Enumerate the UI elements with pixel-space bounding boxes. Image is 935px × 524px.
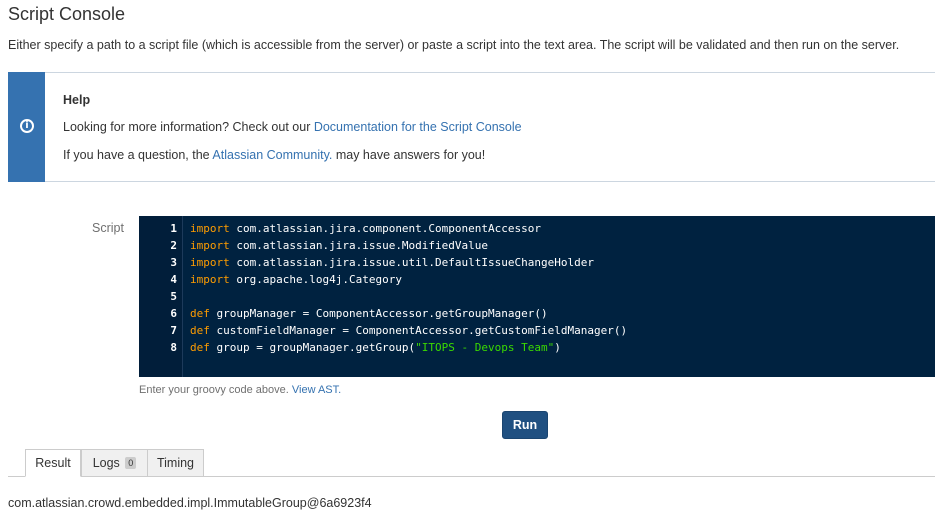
code-token-kw: def (190, 307, 210, 320)
code-token-kw: def (190, 341, 210, 354)
editor-hint: Enter your groovy code above. View AST. (139, 384, 341, 396)
tab-timing[interactable]: Timing (147, 449, 204, 477)
code-line: def group = groupManager.getGroup("ITOPS… (190, 339, 561, 356)
code-token-tail: ) (554, 341, 561, 354)
help-title: Help (63, 93, 91, 107)
code-line: import com.atlassian.jira.issue.Modified… (190, 237, 488, 254)
line-number: 3 (170, 256, 177, 269)
code-line: def customFieldManager = ComponentAccess… (190, 322, 627, 339)
tab-result-label: Result (35, 456, 71, 470)
run-button[interactable]: Run (502, 411, 548, 439)
code-token-rest: customFieldManager = ComponentAccessor.g… (209, 324, 628, 337)
script-label: Script (92, 221, 124, 235)
info-icon: i (20, 119, 34, 133)
page-title: Script Console (8, 4, 126, 24)
code-line: import com.atlassian.jira.issue.util.Def… (190, 254, 594, 271)
line-number: 4 (170, 273, 177, 286)
atlassian-community-link[interactable]: Atlassian Community. (212, 148, 332, 162)
result-output: com.atlassian.crowd.embedded.impl.Immuta… (8, 496, 372, 510)
line-number: 7 (170, 324, 177, 337)
line-number: 6 (170, 307, 177, 320)
code-token-rest: group = groupManager.getGroup( (209, 341, 416, 354)
line-number: 2 (170, 239, 177, 252)
code-line: import org.apache.log4j.Category (190, 271, 402, 288)
tab-logs-label: Logs (92, 456, 120, 470)
tab-timing-label: Timing (156, 456, 195, 470)
tab-result[interactable]: Result (25, 449, 81, 477)
code-token-rest: org.apache.log4j.Category (229, 273, 402, 286)
code-token-kw: def (190, 324, 210, 337)
help-line2-suffix: may have answers for you! (332, 148, 486, 162)
code-line: import com.atlassian.jira.component.Comp… (190, 220, 541, 237)
code-token-kw: import (190, 222, 230, 235)
code-token-rest: com.atlassian.jira.issue.util.DefaultIss… (229, 256, 594, 269)
page-description: Either specify a path to a script file (… (8, 38, 900, 52)
editor-hint-text: Enter your groovy code above. (139, 384, 292, 396)
code-token-str: "ITOPS - Devops Team" (415, 341, 555, 354)
line-number: 1 (170, 222, 177, 235)
logs-count-badge: 0 (125, 457, 137, 469)
help-panel-stripe: i (8, 72, 45, 182)
editor-gutter: 1 2 3 4 5 6 7 8 (139, 216, 183, 377)
help-line1-text: Looking for more information? Check out … (63, 120, 314, 134)
view-ast-link[interactable]: View AST. (292, 384, 341, 396)
documentation-link[interactable]: Documentation for the Script Console (314, 120, 522, 134)
help-line-community: If you have a question, the Atlassian Co… (63, 148, 485, 162)
code-token-kw: import (190, 239, 230, 252)
line-number: 5 (170, 290, 177, 303)
line-number: 8 (170, 341, 177, 354)
help-panel: i Help Looking for more information? Che… (8, 72, 935, 182)
code-line: def groupManager = ComponentAccessor.get… (190, 305, 548, 322)
code-token-rest: com.atlassian.jira.issue.ModifiedValue (229, 239, 489, 252)
tab-logs[interactable]: Logs 0 (81, 449, 148, 477)
code-token-kw: import (190, 273, 230, 286)
code-token-rest: groupManager = ComponentAccessor.getGrou… (209, 307, 548, 320)
script-editor[interactable]: 1 2 3 4 5 6 7 8 import com.atlassian.jira.compo… (139, 216, 935, 377)
help-line-documentation: Looking for more information? Check out … (63, 120, 522, 134)
code-token-rest: com.atlassian.jira.component.ComponentAc… (229, 222, 542, 235)
code-token-kw: import (190, 256, 230, 269)
help-line2-text: If you have a question, the (63, 148, 213, 162)
